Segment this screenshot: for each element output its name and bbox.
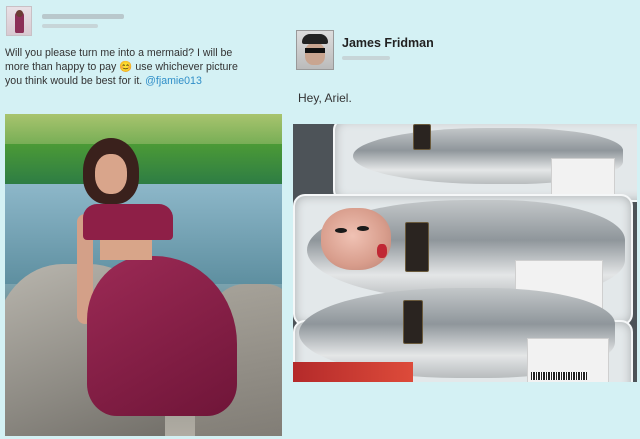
redacted-handle: [342, 56, 390, 60]
tweet-line-3: you think would be best for it.: [5, 75, 146, 87]
price-clip: [405, 222, 429, 272]
face-lips: [377, 244, 387, 258]
face-eye: [357, 226, 369, 231]
photo-midriff: [100, 240, 152, 260]
avatar[interactable]: [6, 6, 32, 36]
tweet-line-2: more than happy to pay 😊 use whichever p…: [5, 61, 238, 73]
reply-photo[interactable]: [293, 124, 637, 382]
reply-text: Hey, Ariel.: [298, 91, 352, 105]
price-clip: [413, 124, 431, 150]
face-eye: [335, 228, 347, 233]
left-tweet: Will you please turn me into a mermaid? …: [0, 0, 296, 439]
photo-face: [95, 154, 127, 194]
red-packaging: [293, 362, 413, 382]
author-avatar[interactable]: [296, 30, 334, 70]
edited-face: [321, 208, 391, 270]
price-label: [527, 338, 609, 382]
avatar-hat: [302, 34, 328, 44]
redacted-handle: [42, 24, 98, 28]
author-name[interactable]: James Fridman: [342, 36, 434, 50]
price-clip: [403, 300, 423, 344]
tweet-photo[interactable]: [5, 114, 282, 436]
avatar-head: [16, 10, 23, 17]
mention-link[interactable]: @fjamie013: [145, 75, 202, 87]
tweet-line-1: Will you please turn me into a mermaid? …: [5, 47, 233, 59]
redacted-username: [42, 14, 124, 19]
barcode: [531, 372, 587, 380]
tweet-text: Will you please turn me into a mermaid? …: [5, 46, 283, 88]
avatar-glasses: [305, 48, 325, 53]
photo-top: [83, 204, 173, 240]
avatar-face: [305, 43, 325, 65]
photo-grass: [5, 144, 282, 184]
